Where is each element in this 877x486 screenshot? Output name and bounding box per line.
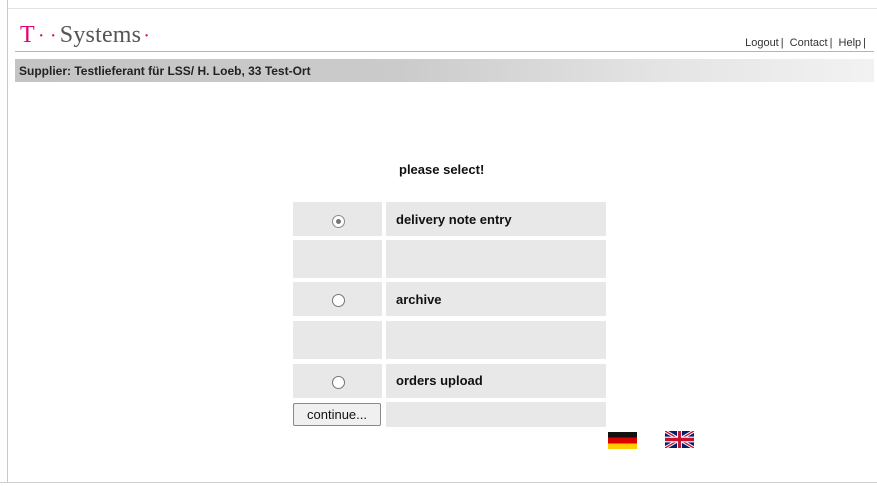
uk-flag-graphic bbox=[664, 429, 695, 450]
radio-cell bbox=[293, 364, 382, 398]
t-systems-logo: T · · Systems · bbox=[20, 22, 150, 49]
top-links: Logout | Contact | Help | bbox=[745, 37, 869, 49]
contact-link[interactable]: Contact bbox=[790, 37, 828, 49]
help-link[interactable]: Help bbox=[839, 37, 862, 49]
radio-cell bbox=[293, 202, 382, 236]
radio-orders-upload[interactable] bbox=[332, 376, 345, 389]
logo-name: Systems bbox=[59, 22, 142, 48]
radio-delivery-note-entry[interactable] bbox=[332, 215, 345, 228]
option-label-archive[interactable]: archive bbox=[396, 292, 442, 307]
left-edge bbox=[0, 0, 8, 486]
continue-button[interactable]: continue... bbox=[293, 403, 381, 426]
bottom-rule bbox=[0, 482, 877, 486]
spacer-cell bbox=[386, 240, 606, 278]
supplier-bar: Supplier: Testlieferant für LSS/ H. Loeb… bbox=[15, 59, 874, 82]
option-cell: archive bbox=[386, 282, 606, 316]
option-label-delivery-note-entry[interactable]: delivery note entry bbox=[396, 212, 512, 227]
uk-flag-icon[interactable] bbox=[664, 429, 695, 450]
prompt-heading: please select! bbox=[399, 162, 485, 177]
radio-cell bbox=[293, 282, 382, 316]
spacer-cell bbox=[293, 321, 382, 359]
logout-link[interactable]: Logout bbox=[745, 37, 779, 49]
option-cell: orders upload bbox=[386, 364, 606, 398]
spacer-cell bbox=[293, 240, 382, 278]
option-cell: delivery note entry bbox=[386, 202, 606, 236]
header-divider bbox=[15, 51, 874, 52]
top-rule bbox=[0, 0, 877, 9]
option-label-orders-upload[interactable]: orders upload bbox=[396, 373, 483, 388]
logo-t-mark: T bbox=[20, 22, 35, 48]
radio-archive[interactable] bbox=[332, 294, 345, 307]
supplier-text: Supplier: Testlieferant für LSS/ H. Loeb… bbox=[19, 64, 311, 78]
continue-row-cell bbox=[386, 402, 606, 427]
link-separator: | bbox=[829, 37, 833, 49]
logo-dots: · · bbox=[37, 25, 57, 47]
german-flag-icon[interactable] bbox=[608, 432, 637, 449]
link-separator: | bbox=[863, 37, 866, 49]
logo-end-dot: · bbox=[143, 25, 151, 47]
spacer-cell bbox=[386, 321, 606, 359]
link-separator: | bbox=[780, 37, 784, 49]
page: T · · Systems · Logout | Contact | Help | S… bbox=[0, 0, 877, 486]
